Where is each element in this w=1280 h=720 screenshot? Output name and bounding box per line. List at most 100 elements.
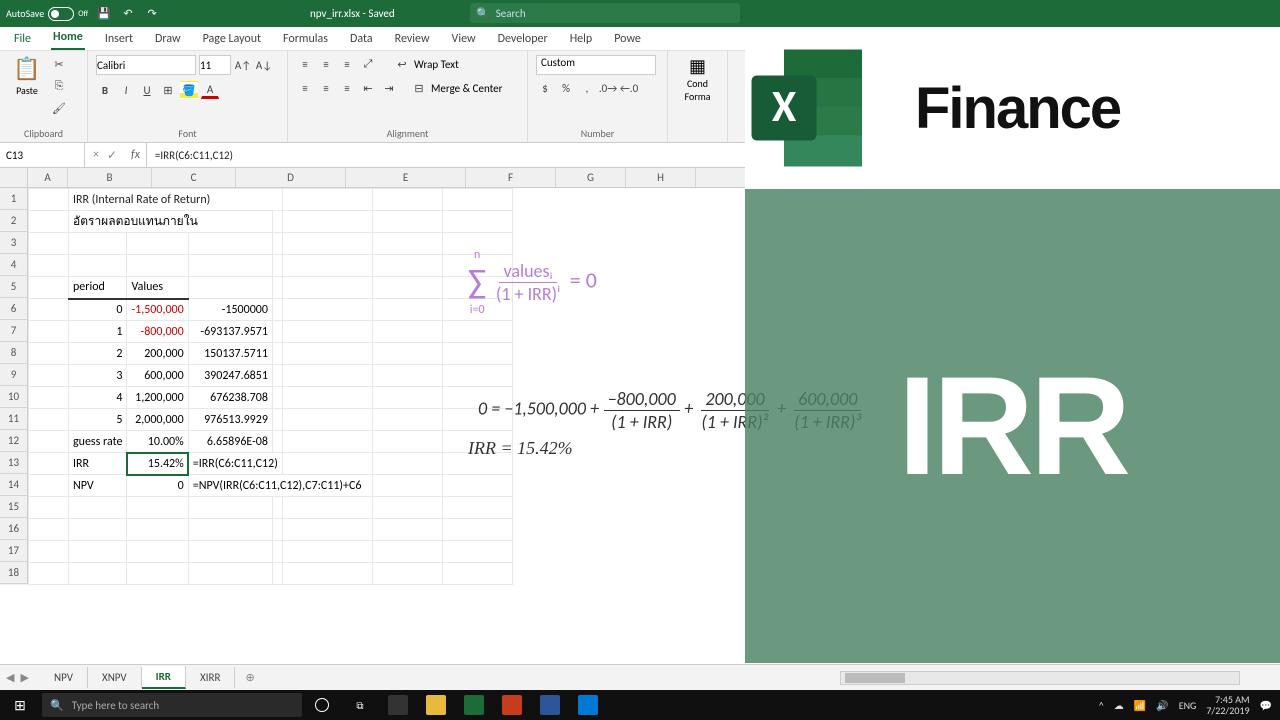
decrease-font-icon[interactable]: A↓ [255, 56, 273, 74]
taskbar-terminal[interactable] [380, 690, 416, 720]
cell-C8[interactable]: 200,000 [127, 343, 188, 365]
tab-irr[interactable]: IRR [142, 666, 186, 689]
increase-decimal-icon[interactable]: .0→ [599, 79, 617, 97]
cell-B9[interactable]: 3 [69, 365, 127, 387]
cell-C10[interactable]: 1,200,000 [127, 387, 188, 409]
cell-npv-formula[interactable]: =NPV(IRR(C6:C11,C12),C7:C11)+C6 [188, 475, 372, 497]
cell-D10[interactable]: 676238.708 [188, 387, 272, 409]
select-all-cell[interactable] [0, 168, 28, 187]
row-17[interactable]: 17 [0, 540, 28, 562]
comma-icon[interactable]: , [578, 79, 596, 97]
name-box[interactable]: C13 [0, 143, 85, 167]
cell-B10[interactable]: 4 [69, 387, 127, 409]
italic-button[interactable]: I [117, 81, 135, 99]
row-2[interactable]: 2 [0, 210, 28, 232]
search-box[interactable]: 🔍 Search [470, 3, 740, 23]
tab-npv[interactable]: NPV [40, 667, 88, 688]
row-5[interactable]: 5 [0, 276, 28, 298]
cell-npv-val[interactable]: 0 [127, 475, 188, 497]
row-11[interactable]: 11 [0, 408, 28, 430]
cell-irr-formula[interactable]: =IRR(C6:C11,C12) [188, 453, 282, 475]
taskbar-powerpoint[interactable] [494, 690, 530, 720]
decrease-decimal-icon[interactable]: ←.0 [620, 79, 638, 97]
taskbar-excel[interactable] [456, 690, 492, 720]
row-4[interactable]: 4 [0, 254, 28, 276]
cell-C9[interactable]: 600,000 [127, 365, 188, 387]
toggle-switch[interactable] [48, 7, 74, 21]
tab-xnpv[interactable]: XNPV [88, 667, 142, 688]
cell-D11[interactable]: 976513.9929 [188, 409, 272, 431]
menu-power[interactable]: Powe [612, 28, 643, 50]
col-E[interactable]: E [346, 168, 466, 187]
row-15[interactable]: 15 [0, 496, 28, 518]
menu-insert[interactable]: Insert [103, 28, 135, 50]
start-button[interactable]: ⊞ [0, 697, 40, 714]
menu-file[interactable]: File [12, 28, 33, 50]
cancel-formula-icon[interactable]: × [93, 148, 99, 162]
cell-D7[interactable]: -693137.9571 [188, 321, 272, 343]
tray-wifi-icon[interactable]: 📶 [1134, 699, 1146, 712]
merge-label[interactable]: Merge & Center [431, 82, 503, 95]
row-16[interactable]: 16 [0, 518, 28, 540]
hdr-period[interactable]: period [69, 277, 127, 299]
cell-C11[interactable]: 2,000,000 [127, 409, 188, 431]
bold-button[interactable]: B [96, 81, 114, 99]
cell-C7[interactable]: -800,000 [127, 321, 188, 343]
underline-button[interactable]: U [138, 81, 156, 99]
row-12[interactable]: 12 [0, 430, 28, 452]
tab-xirr[interactable]: XIRR [186, 667, 235, 688]
font-size-select[interactable] [199, 55, 231, 75]
cortana-icon[interactable] [304, 690, 340, 720]
cell-B7[interactable]: 1 [69, 321, 127, 343]
cell-B6[interactable]: 0 [69, 299, 127, 321]
row-9[interactable]: 9 [0, 364, 28, 386]
taskbar-search[interactable]: 🔍 Type here to search [42, 693, 302, 717]
tray-cloud-icon[interactable]: ☁ [1114, 699, 1124, 712]
row-7[interactable]: 7 [0, 320, 28, 342]
font-name-select[interactable] [96, 55, 196, 75]
menu-data[interactable]: Data [348, 28, 375, 50]
horizontal-scrollbar[interactable] [840, 671, 1240, 685]
tray-date[interactable]: 7/22/2019 [1206, 704, 1249, 717]
tray-lang[interactable]: ENG [1179, 699, 1197, 712]
redo-icon[interactable]: ↷ [144, 6, 160, 22]
enter-formula-icon[interactable]: ✓ [107, 148, 117, 163]
align-right-icon[interactable]: ≡ [338, 79, 356, 97]
cell-guess-d[interactable]: 6.65896E-08 [188, 431, 272, 453]
tray-notification-icon[interactable]: 💬 [1260, 699, 1272, 712]
cell-C13-selected[interactable]: 15.42% [127, 453, 188, 475]
menu-view[interactable]: View [450, 28, 478, 50]
cell-guess-label[interactable]: guess rate [69, 431, 127, 453]
cell-D9[interactable]: 390247.6851 [188, 365, 272, 387]
col-B[interactable]: B [68, 168, 152, 187]
tray-volume-icon[interactable]: 🔊 [1156, 699, 1168, 712]
cell-npv-label[interactable]: NPV [69, 475, 127, 497]
increase-font-icon[interactable]: A↑ [234, 56, 252, 74]
row-13[interactable]: 13 [0, 452, 28, 474]
cell-D6[interactable]: -1500000 [188, 299, 272, 321]
col-C[interactable]: C [152, 168, 236, 187]
taskbar-explorer[interactable] [418, 690, 454, 720]
wrap-text-icon[interactable]: ↩ [393, 55, 411, 73]
cell-B11[interactable]: 5 [69, 409, 127, 431]
conditional-format-button[interactable]: ▦ Cond Forma [676, 55, 719, 103]
taskview-icon[interactable]: ⧉ [342, 690, 378, 720]
merge-icon[interactable]: ⊟ [410, 79, 428, 97]
row-18[interactable]: 18 [0, 562, 28, 584]
fill-color-button[interactable]: 🪣 [180, 81, 198, 99]
menu-help[interactable]: Help [568, 28, 595, 50]
align-top-icon[interactable]: ≡ [296, 55, 314, 73]
percent-icon[interactable]: % [557, 79, 575, 97]
font-color-button[interactable]: A [201, 81, 219, 99]
tray-up-icon[interactable]: ^ [1099, 699, 1104, 712]
cell-guess-val[interactable]: 10.00% [127, 431, 188, 453]
row-1[interactable]: 1 [0, 188, 28, 210]
undo-icon[interactable]: ↶ [120, 6, 136, 22]
indent-dec-icon[interactable]: ⇤ [359, 79, 377, 97]
row-3[interactable]: 3 [0, 232, 28, 254]
tab-prev-icon[interactable]: ◀ [6, 671, 14, 684]
wrap-text-label[interactable]: Wrap Text [414, 58, 459, 71]
currency-icon[interactable]: $ [536, 79, 554, 97]
menu-draw[interactable]: Draw [153, 28, 183, 50]
row-6[interactable]: 6 [0, 298, 28, 320]
